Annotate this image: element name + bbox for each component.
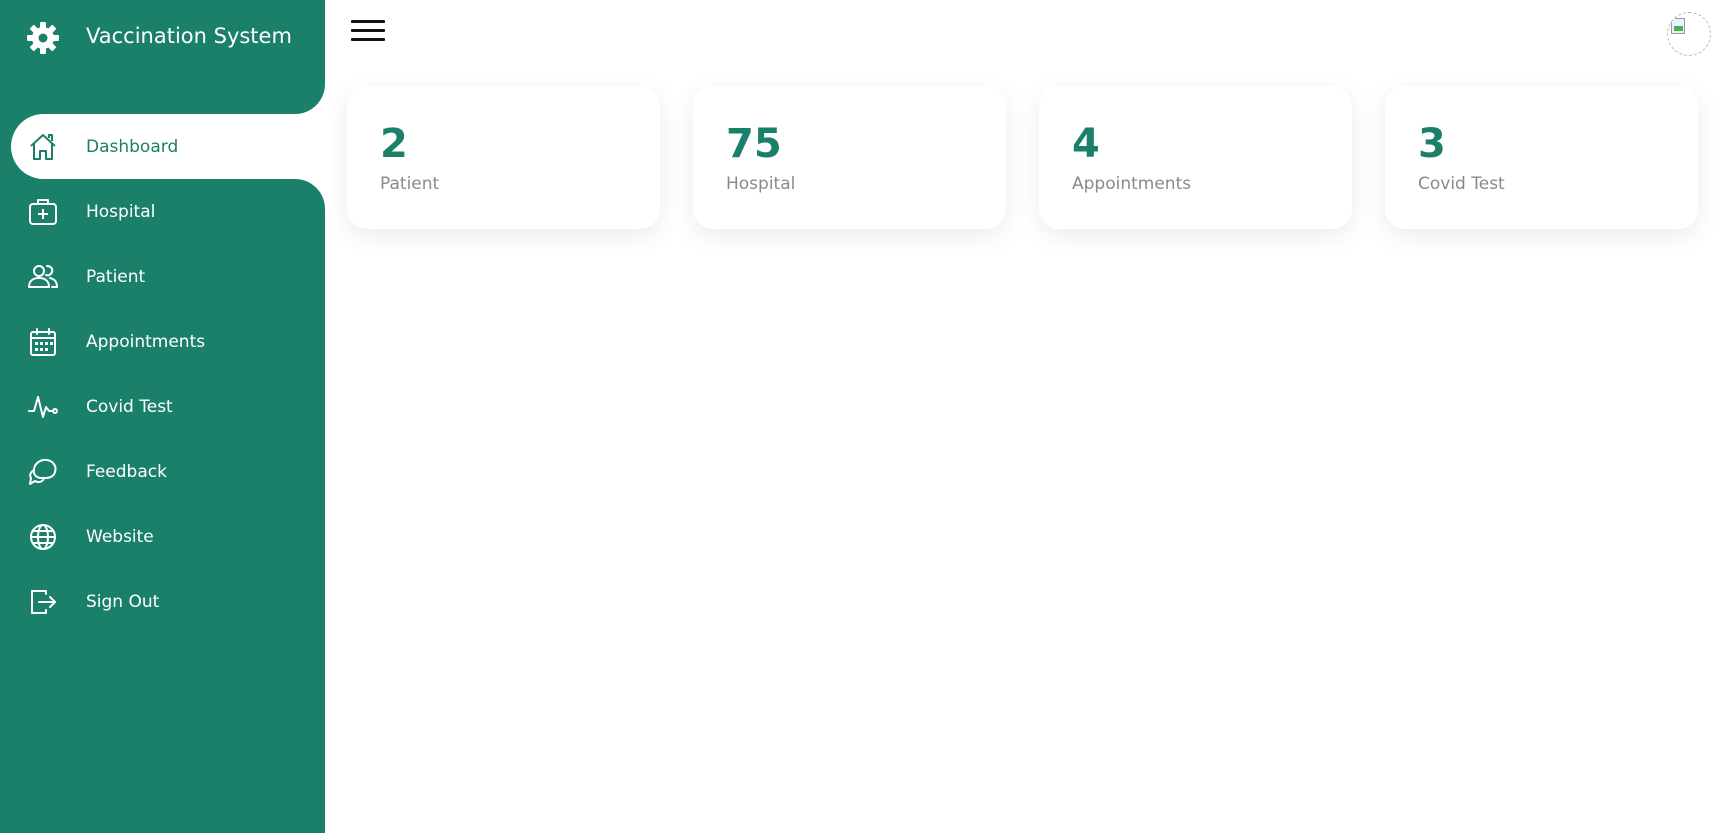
stat-card-hospital[interactable]: 75 Hospital: [693, 86, 1006, 229]
sidebar-item-sign-out[interactable]: Sign Out: [0, 569, 325, 634]
sidebar-item-label: Website: [86, 526, 154, 547]
main-content: 2 Patient 75 Hospital 4 Appointments 3 C…: [325, 0, 1722, 833]
sidebar-item-label: Patient: [86, 266, 146, 287]
stat-label: Covid Test: [1418, 174, 1505, 194]
broken-image-icon: [1671, 18, 1685, 34]
stat-card-appointments[interactable]: 4 Appointments: [1039, 86, 1352, 229]
sidebar-item-label: Hospital: [86, 201, 156, 222]
sidebar-item-label: Covid Test: [86, 396, 173, 417]
sidebar-item-label: Appointments: [86, 331, 206, 352]
app-root: Vaccination System Dashboard Hospital Pa…: [0, 0, 1722, 833]
sidebar-nav: Dashboard Hospital Patient Appointments …: [0, 84, 325, 634]
user-avatar[interactable]: [1667, 12, 1711, 56]
sidebar-item-dashboard[interactable]: Dashboard: [11, 84, 325, 209]
sidebar-item-covid-test[interactable]: Covid Test: [0, 374, 325, 439]
sidebar-item-label: Sign Out: [86, 591, 160, 612]
stat-number: 3: [1418, 121, 1446, 167]
globe-icon: [27, 521, 59, 553]
stat-label: Hospital: [726, 174, 796, 194]
sidebar-item-label: Dashboard: [86, 136, 179, 157]
sidebar-item-patient[interactable]: Patient: [0, 244, 325, 309]
calendar-icon: [27, 326, 59, 358]
stat-number: 2: [380, 121, 408, 167]
sidebar-item-website[interactable]: Website: [0, 504, 325, 569]
sidebar-item-appointments[interactable]: Appointments: [0, 309, 325, 374]
sidebar: Vaccination System Dashboard Hospital Pa…: [0, 0, 325, 833]
gear-icon: [25, 20, 61, 56]
stat-number: 4: [1072, 121, 1100, 167]
pulse-icon: [27, 391, 59, 423]
stats-cards: 2 Patient 75 Hospital 4 Appointments 3 C…: [347, 86, 1698, 229]
stat-card-patient[interactable]: 2 Patient: [347, 86, 660, 229]
stat-label: Patient: [380, 174, 440, 194]
stat-label: Appointments: [1072, 174, 1192, 194]
topbar: [325, 0, 1722, 70]
home-icon: [27, 131, 59, 163]
app-title: Vaccination System: [86, 24, 292, 48]
sidebar-item-label: Feedback: [86, 461, 167, 482]
brand[interactable]: Vaccination System: [0, 0, 325, 114]
sidebar-item-feedback[interactable]: Feedback: [0, 439, 325, 504]
stat-number: 75: [726, 121, 782, 167]
hamburger-menu-icon[interactable]: [351, 20, 387, 46]
medical-kit-icon: [27, 196, 59, 228]
people-icon: [27, 261, 59, 293]
chat-bubbles-icon: [27, 456, 59, 488]
stat-card-covid-test[interactable]: 3 Covid Test: [1385, 86, 1698, 229]
sidebar-item-hospital[interactable]: Hospital: [0, 179, 325, 244]
logout-icon: [27, 586, 59, 618]
